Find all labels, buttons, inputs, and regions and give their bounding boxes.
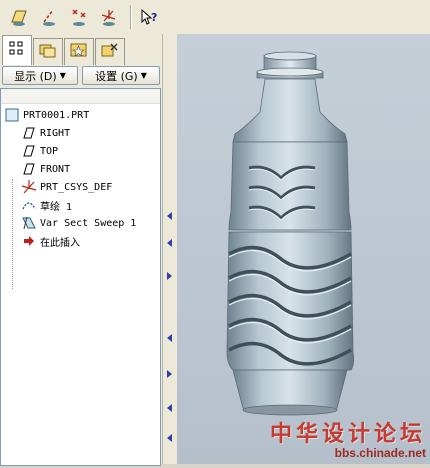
csys-icon	[21, 179, 37, 195]
watermark-url: bbs.chinade.net	[334, 446, 426, 460]
favorites-icon	[70, 42, 88, 62]
tree-node-label: 在此插入	[40, 237, 80, 249]
expand-right-icon[interactable]	[167, 370, 172, 378]
datum-point-display-icon[interactable]	[68, 6, 90, 28]
show-menu-button[interactable]: 显示 (D) ▼	[2, 66, 78, 85]
tree-node-top[interactable]: TOP	[21, 142, 58, 160]
tree-connector-line	[12, 179, 13, 289]
tree-node-sweep[interactable]: Var Sect Sweep 1	[21, 214, 136, 232]
expand-right-icon[interactable]	[167, 272, 172, 280]
tree-node-label: PRT0001.PRT	[23, 109, 90, 121]
watermark-title: 中华设计论坛	[269, 421, 426, 447]
graphics-viewport[interactable]: 中华设计论坛 bbs.chinade.net	[177, 34, 430, 464]
tree-node-label: RIGHT	[40, 127, 71, 139]
tab-favorites[interactable]	[64, 38, 94, 65]
model-tree: PRT0001.PRT RIGHT TOP FRONT PRT_CSYS_DEF	[0, 88, 161, 466]
collapse-left-icon[interactable]	[167, 404, 172, 412]
datum-plane-icon	[21, 125, 37, 141]
tree-node-sketch[interactable]: 草绘 1	[21, 196, 72, 214]
chevron-down-icon: ▼	[140, 71, 147, 80]
tab-folder-browser[interactable]	[33, 38, 63, 65]
folder-browser-icon	[39, 42, 57, 62]
datum-axis-display-icon[interactable]	[38, 6, 60, 28]
model-tree-panel: 显示 (D) ▼ 设置 (G) ▼ PRT0001.PRT RIGHT TOP …	[0, 34, 162, 466]
tree-node-insert-here[interactable]: 在此插入	[21, 232, 80, 250]
connections-icon	[101, 42, 119, 62]
tree-node-label: Var Sect Sweep 1	[40, 217, 137, 229]
chevron-down-icon: ▼	[59, 71, 66, 80]
tree-node-label: FRONT	[40, 163, 71, 175]
tree-node-label: TOP	[40, 145, 59, 157]
forum-watermark: 中华设计论坛 bbs.chinade.net	[270, 416, 426, 460]
show-menu-label: 显示 (D)	[14, 69, 57, 83]
tree-node-part[interactable]: PRT0001.PRT	[4, 106, 89, 124]
tree-header	[1, 89, 160, 104]
datum-plane-icon	[21, 161, 37, 177]
sketch-icon	[21, 197, 37, 213]
top-toolbar: ?	[0, 0, 430, 35]
tree-node-label: 草绘 1	[40, 201, 73, 213]
collapse-left-icon[interactable]	[167, 334, 172, 342]
tree-node-csys[interactable]: PRT_CSYS_DEF	[21, 178, 112, 196]
collapse-left-icon[interactable]	[167, 212, 172, 220]
panel-splitter[interactable]	[162, 34, 178, 464]
settings-menu-label: 设置 (G)	[95, 69, 138, 83]
tree-node-label: PRT_CSYS_DEF	[40, 181, 113, 193]
datum-plane-icon	[21, 143, 37, 159]
sweep-icon	[21, 215, 37, 231]
collapse-left-icon[interactable]	[167, 239, 172, 247]
svg-text:?: ?	[151, 11, 157, 24]
navigator-tabs	[0, 34, 162, 65]
tree-node-front[interactable]: FRONT	[21, 160, 70, 178]
part-icon	[4, 107, 20, 123]
insert-here-arrow-icon	[21, 233, 37, 249]
tab-connections[interactable]	[95, 38, 125, 65]
bottle-model	[226, 51, 355, 416]
context-help-icon[interactable]: ?	[138, 6, 160, 28]
tree-node-right[interactable]: RIGHT	[21, 124, 70, 142]
model-tree-icon	[9, 41, 25, 61]
tab-model-tree[interactable]	[2, 35, 32, 65]
collapse-left-icon[interactable]	[167, 434, 172, 442]
datum-plane-display-icon[interactable]	[8, 6, 30, 28]
toolbar-separator	[130, 5, 132, 29]
settings-menu-button[interactable]: 设置 (G) ▼	[82, 66, 160, 85]
coordinate-system-display-icon[interactable]	[98, 6, 120, 28]
tree-menu-row: 显示 (D) ▼ 设置 (G) ▼	[0, 64, 162, 86]
